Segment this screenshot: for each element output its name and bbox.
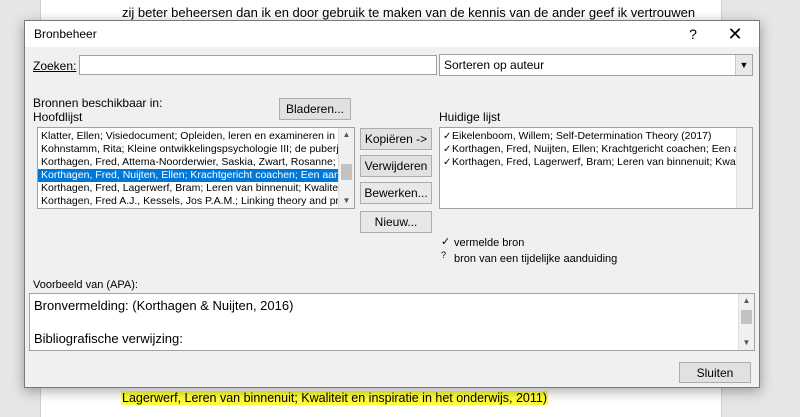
sort-value: Sorteren op auteur bbox=[444, 58, 545, 72]
dialog-titlebar: Bronbeheer ? ✕ bbox=[25, 21, 759, 47]
master-list-scrollbar[interactable]: ▲ ▼ bbox=[338, 128, 354, 208]
search-label: Zoeken: bbox=[33, 59, 76, 73]
edit-button[interactable]: Bewerken... bbox=[360, 182, 432, 204]
new-button[interactable]: Nieuw... bbox=[360, 211, 432, 233]
delete-button[interactable]: Verwijderen bbox=[360, 155, 432, 177]
preview-scrollbar[interactable]: ▲ ▼ bbox=[738, 294, 754, 350]
copy-button[interactable]: Kopiëren -> bbox=[360, 128, 432, 150]
list-item-label: Eikelenboom, Willem; Self-Determination … bbox=[452, 130, 712, 142]
preview-bibliography: Bibliografische verwijzing: bbox=[34, 331, 183, 346]
preview-label: Voorbeeld van (APA): bbox=[33, 279, 138, 291]
current-list[interactable]: ✓Eikelenboom, Willem; Self-Determination… bbox=[439, 127, 753, 209]
scroll-thumb[interactable] bbox=[341, 164, 352, 180]
current-list-label: Huidige lijst bbox=[439, 110, 501, 124]
list-item[interactable]: ✓Korthagen, Fred, Nuijten, Ellen; Kracht… bbox=[440, 143, 752, 156]
current-list-scrollbar[interactable] bbox=[736, 128, 752, 208]
check-icon: ✓ bbox=[443, 131, 452, 142]
list-item[interactable]: Kohnstamm, Rita; Kleine ontwikkelingspsy… bbox=[38, 143, 354, 156]
close-icon[interactable]: ✕ bbox=[715, 21, 755, 47]
master-list-label: Hoofdlijst bbox=[33, 110, 83, 124]
help-button[interactable]: ? bbox=[673, 21, 713, 47]
list-item-label: Korthagen, Fred, Nuijten, Ellen; Krachtg… bbox=[452, 143, 752, 155]
sort-dropdown[interactable]: Sorteren op auteur ▼ bbox=[439, 54, 753, 76]
preview-citation: Bronvermelding: (Korthagen & Nuijten, 20… bbox=[34, 298, 294, 313]
list-item[interactable]: Korthagen, Fred A.J., Kessels, Jos P.A.M… bbox=[38, 195, 354, 208]
check-icon: ✓ bbox=[443, 144, 452, 155]
list-item-label: Korthagen, Fred, Lagerwerf, Bram; Leren … bbox=[452, 156, 752, 168]
list-item-selected[interactable]: Korthagen, Fred, Nuijten, Ellen; Krachtg… bbox=[38, 169, 354, 182]
document-text-top: zij beter beheersen dan ik en door gebru… bbox=[122, 5, 696, 20]
legend-placeholder-icon: ? bbox=[441, 250, 447, 260]
scroll-up-icon[interactable]: ▲ bbox=[339, 128, 354, 142]
list-item[interactable]: ✓Korthagen, Fred, Lagerwerf, Bram; Leren… bbox=[440, 156, 752, 169]
document-text-highlighted: Lagerwerf, Leren van binnenuit; Kwalitei… bbox=[121, 391, 549, 405]
scroll-down-icon[interactable]: ▼ bbox=[339, 194, 354, 208]
search-label-text: Zoeken: bbox=[33, 59, 77, 73]
dialog-title: Bronbeheer bbox=[34, 27, 97, 41]
list-item[interactable]: Klatter, Ellen; Visiedocument; Opleiden,… bbox=[38, 130, 354, 143]
list-item[interactable]: Korthagen, Fred, Attema-Noorderwier, Sas… bbox=[38, 156, 354, 169]
check-icon: ✓ bbox=[443, 157, 452, 168]
search-input[interactable] bbox=[79, 55, 437, 75]
scroll-down-icon[interactable]: ▼ bbox=[739, 336, 754, 350]
available-label: Bronnen beschikbaar in: bbox=[33, 96, 163, 110]
list-item[interactable]: ✓Eikelenboom, Willem; Self-Determination… bbox=[440, 130, 752, 143]
legend-cited-text: vermelde bron bbox=[454, 237, 525, 249]
scroll-up-icon[interactable]: ▲ bbox=[739, 294, 754, 308]
source-manager-dialog: Bronbeheer ? ✕ Zoeken: Sorteren op auteu… bbox=[24, 20, 760, 388]
preview-box[interactable]: Bronvermelding: (Korthagen & Nuijten, 20… bbox=[29, 293, 755, 351]
scroll-thumb[interactable] bbox=[741, 310, 752, 324]
close-button[interactable]: Sluiten bbox=[679, 362, 751, 383]
chevron-down-icon[interactable]: ▼ bbox=[735, 55, 752, 75]
legend-placeholder-text: bron van een tijdelijke aanduiding bbox=[454, 253, 618, 265]
browse-button[interactable]: Bladeren... bbox=[279, 98, 351, 120]
master-list[interactable]: Klatter, Ellen; Visiedocument; Opleiden,… bbox=[37, 127, 355, 209]
list-item[interactable]: Korthagen, Fred, Lagerwerf, Bram; Leren … bbox=[38, 182, 354, 195]
legend-cited-icon: ✓ bbox=[441, 236, 451, 248]
